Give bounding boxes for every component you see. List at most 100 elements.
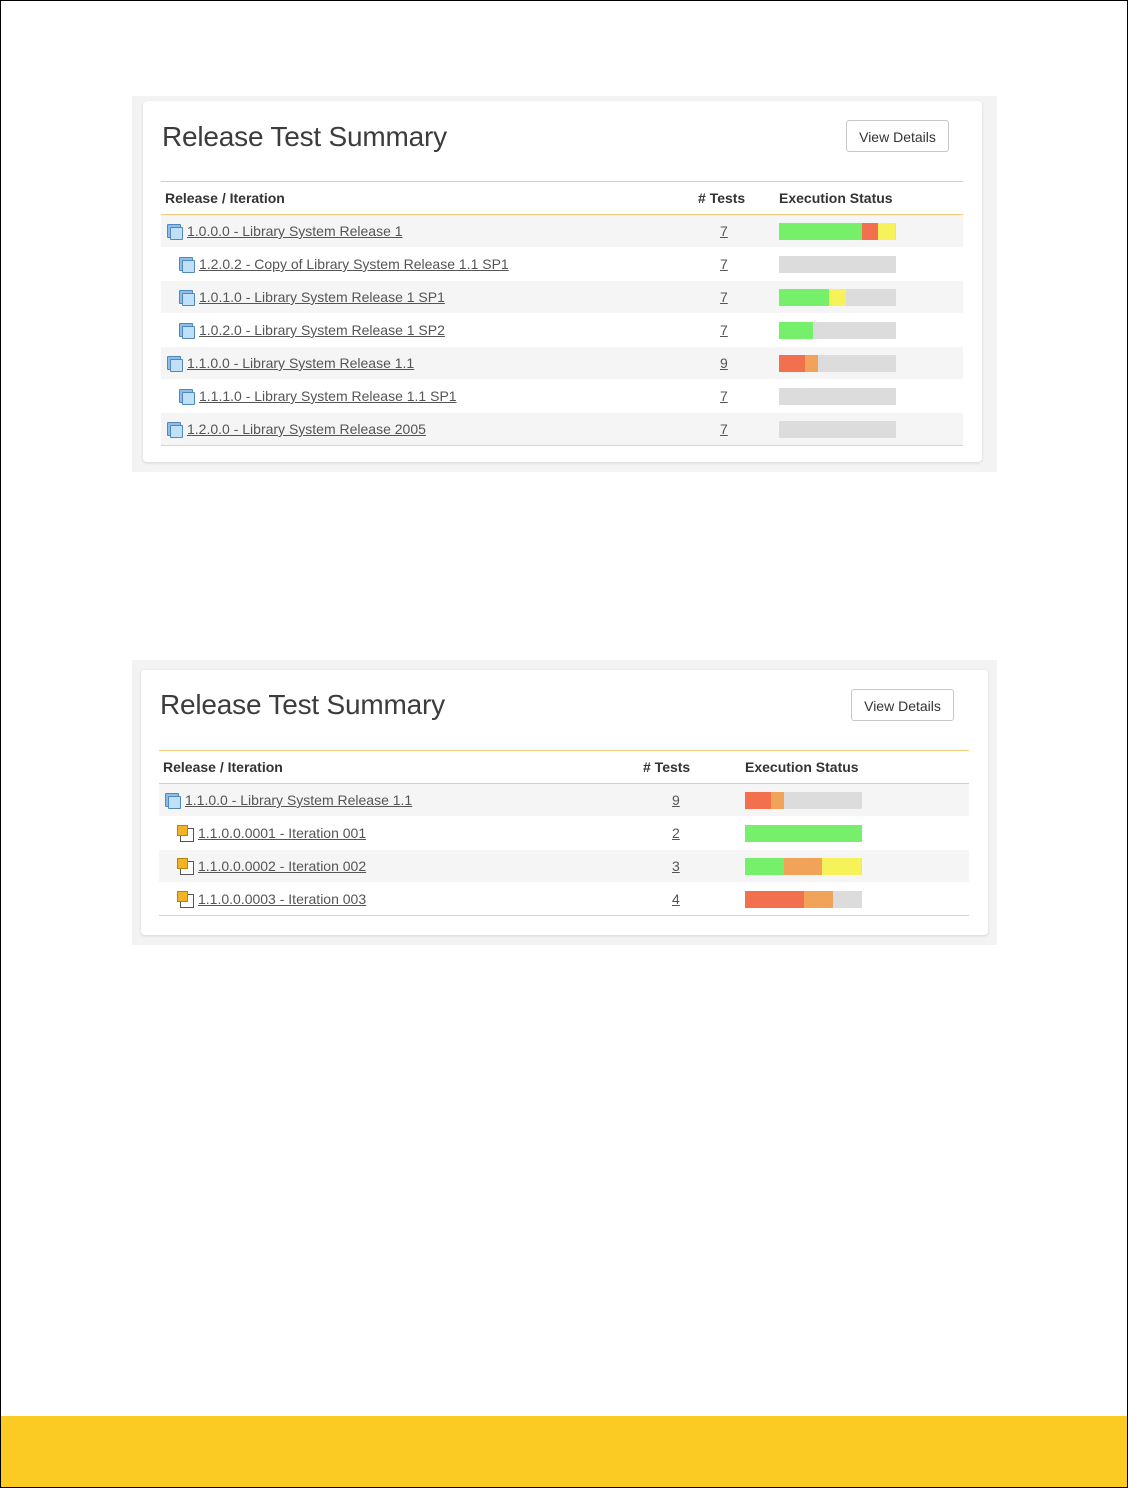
status-segment-blocked [803,890,833,908]
test-count-link[interactable]: 7 [720,322,728,338]
table-row: 1.0.1.0 - Library System Release 1 SP1 7 [161,280,963,314]
panel-title: Release Test Summary [160,689,445,720]
release-icon [179,322,195,339]
test-count-link[interactable]: 4 [672,891,680,907]
test-count-link[interactable]: 7 [720,388,728,404]
tests-cell: 7 [683,412,779,446]
execution-status-bar[interactable] [745,824,862,842]
name-cell: 1.1.0.0.0001 - Iteration 001 [159,816,625,850]
column-header-tests[interactable]: # Tests [625,750,745,784]
release-icon [167,421,183,438]
name-cell: 1.0.2.0 - Library System Release 1 SP2 [161,313,683,347]
execution-status-bar[interactable] [779,321,896,339]
test-count-link[interactable]: 3 [672,858,680,874]
execution-status-bar[interactable] [779,255,896,273]
release-link[interactable]: 1.0.0.0 - Library System Release 1 [187,223,403,239]
column-header-execution-status: Execution Status [745,750,969,784]
table-row: 1.0.0.0 - Library System Release 1 7 [161,214,963,248]
status-cell [745,816,969,850]
execution-status-bar[interactable] [745,791,862,809]
column-header-release[interactable]: Release / Iteration [159,750,625,784]
test-count-link[interactable]: 2 [672,825,680,841]
footer-band [1,1416,1127,1487]
screenshot-2: Release Test Summary View Details Releas… [132,660,997,945]
table-row: 1.0.2.0 - Library System Release 1 SP2 7 [161,313,963,347]
table-row: 1.1.0.0 - Library System Release 1.1 9 [161,346,963,380]
release-link[interactable]: 1.1.0.0 - Library System Release 1.1 [187,355,414,371]
status-segment-blocked [770,791,784,809]
release-link[interactable]: 1.1.0.0.0002 - Iteration 002 [198,858,366,874]
status-segment-caution [822,857,861,875]
release-link[interactable]: 1.1.1.0 - Library System Release 1.1 SP1 [199,388,457,404]
table-row: 1.2.0.0 - Library System Release 2005 7 [161,412,963,446]
status-segment-passed [779,222,863,240]
view-details-button[interactable]: View Details [851,689,954,721]
iteration-icon [177,891,194,908]
name-cell: 1.1.1.0 - Library System Release 1.1 SP1 [161,379,683,413]
status-cell [779,346,963,380]
release-link[interactable]: 1.1.0.0.0003 - Iteration 003 [198,891,366,907]
name-cell: 1.0.0.0 - Library System Release 1 [161,214,683,248]
release-link[interactable]: 1.0.2.0 - Library System Release 1 SP2 [199,322,445,338]
name-cell: 1.1.0.0.0003 - Iteration 003 [159,882,625,916]
status-segment-caution [878,222,895,240]
release-link[interactable]: 1.2.0.0 - Library System Release 2005 [187,421,426,437]
column-header-tests[interactable]: # Tests [683,181,779,215]
column-header-execution-status: Execution Status [779,181,963,215]
status-segment-passed [779,288,830,306]
release-icon [167,223,183,240]
execution-status-bar[interactable] [779,288,896,306]
test-count-link[interactable]: 9 [672,792,680,808]
release-link[interactable]: 1.1.0.0 - Library System Release 1.1 [185,792,412,808]
release-link[interactable]: 1.1.0.0.0001 - Iteration 001 [198,825,366,841]
table-row: 1.1.0.0 - Library System Release 1.1 9 [159,783,969,817]
execution-status-bar[interactable] [779,222,896,240]
status-segment-passed [779,321,813,339]
release-test-summary-panel: Release Test Summary View Details Releas… [141,670,988,935]
tests-cell: 7 [683,214,779,248]
execution-status-bar[interactable] [779,387,896,405]
table-row: 1.1.0.0.0001 - Iteration 001 2 [159,816,969,850]
test-count-link[interactable]: 9 [720,355,728,371]
name-cell: 1.2.0.0 - Library System Release 2005 [161,412,683,446]
tests-cell: 9 [625,783,745,817]
execution-status-bar[interactable] [779,354,896,372]
name-cell: 1.1.0.0 - Library System Release 1.1 [159,783,625,817]
release-table: Release / Iteration # Tests Execution St… [159,750,969,916]
test-count-link[interactable]: 7 [720,421,728,437]
status-segment-passed [745,857,784,875]
table-row: 1.1.0.0.0002 - Iteration 002 3 [159,849,969,883]
test-count-link[interactable]: 7 [720,289,728,305]
status-segment-passed [745,824,862,842]
table-row: 1.2.0.2 - Copy of Library System Release… [161,247,963,281]
release-link[interactable]: 1.0.1.0 - Library System Release 1 SP1 [199,289,445,305]
tests-cell: 4 [625,882,745,916]
status-cell [779,280,963,314]
test-count-link[interactable]: 7 [720,256,728,272]
status-cell [779,313,963,347]
release-link[interactable]: 1.2.0.2 - Copy of Library System Release… [199,256,509,272]
iteration-icon [177,825,194,842]
status-segment-blocked [783,857,823,875]
status-cell [745,849,969,883]
execution-status-bar[interactable] [779,420,896,438]
panel-title: Release Test Summary [162,121,447,152]
release-icon [179,289,195,306]
release-test-summary-panel: Release Test Summary View Details Releas… [143,101,982,462]
column-header-release[interactable]: Release / Iteration [161,181,683,215]
release-icon [165,792,181,809]
execution-status-bar[interactable] [745,857,862,875]
view-details-button[interactable]: View Details [846,120,949,152]
iteration-icon [177,858,194,875]
name-cell: 1.0.1.0 - Library System Release 1 SP1 [161,280,683,314]
execution-status-bar[interactable] [745,890,862,908]
test-count-link[interactable]: 7 [720,223,728,239]
status-cell [779,214,963,248]
table-row: 1.1.1.0 - Library System Release 1.1 SP1… [161,379,963,413]
name-cell: 1.2.0.2 - Copy of Library System Release… [161,247,683,281]
status-cell [745,783,969,817]
release-icon [179,388,195,405]
status-cell [779,379,963,413]
tests-cell: 9 [683,346,779,380]
table-body: 1.1.0.0 - Library System Release 1.1 9 1.1… [159,783,969,916]
